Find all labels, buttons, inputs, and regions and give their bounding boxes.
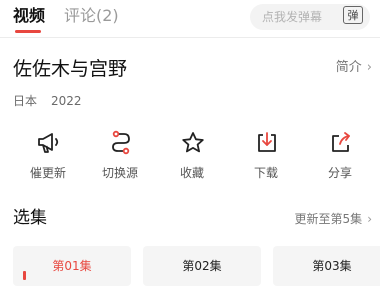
download-button[interactable]: 下载 — [230, 130, 302, 186]
tab-video[interactable]: 视频 — [13, 5, 45, 27]
show-meta: 日本 2022 — [13, 93, 82, 109]
episode-list: 第01集 第02集 第03集 — [0, 246, 380, 286]
episodes-section-title: 选集 — [13, 208, 47, 228]
update-info-label: 更新至第5集 — [294, 212, 363, 226]
show-year: 2022 — [51, 94, 82, 108]
megaphone-icon — [38, 133, 59, 153]
active-tab-indicator — [15, 30, 41, 33]
intro-label: 简介 — [335, 60, 362, 75]
now-playing-icon — [23, 271, 26, 280]
show-region: 日本 — [13, 94, 38, 108]
intro-link[interactable]: 简介 › — [336, 60, 372, 76]
show-title: 佐佐木与宫野 — [13, 58, 128, 80]
episode-label: 第03集 — [312, 259, 352, 273]
tab-comments[interactable]: 评论(2) — [64, 5, 119, 27]
favorite-button[interactable]: 收藏 — [156, 130, 228, 186]
download-icon — [258, 132, 276, 152]
share-button[interactable]: 分享 — [304, 130, 376, 186]
danmaku-toggle-button[interactable]: 弹 — [343, 6, 363, 24]
share-icon — [332, 132, 350, 152]
episode-chip-1[interactable]: 第01集 — [13, 246, 131, 286]
favorite-label: 收藏 — [179, 166, 204, 180]
episode-label: 第01集 — [52, 259, 92, 273]
top-tab-bar: 视频 评论(2) 点我发弹幕 弹 — [0, 0, 380, 38]
episode-chip-3[interactable]: 第03集 — [273, 246, 380, 286]
chevron-right-icon: › — [367, 212, 372, 226]
download-label: 下载 — [253, 166, 278, 180]
switch-source-button[interactable]: 切换源 — [84, 130, 156, 186]
danmaku-bar: 点我发弹幕 弹 — [250, 4, 370, 30]
request-update-button[interactable]: 催更新 — [12, 130, 84, 186]
chevron-right-icon: › — [366, 60, 372, 75]
update-info-link[interactable]: 更新至第5集 › — [295, 211, 372, 227]
action-row: 催更新 切换源 收藏 下载 分享 — [0, 130, 380, 186]
share-label: 分享 — [327, 166, 352, 180]
episode-chip-2[interactable]: 第02集 — [143, 246, 261, 286]
star-icon — [182, 132, 204, 153]
episode-label: 第02集 — [182, 259, 222, 273]
switch-source-icon — [112, 130, 130, 155]
switch-source-label: 切换源 — [101, 166, 138, 180]
danmaku-input[interactable]: 点我发弹幕 — [262, 9, 322, 25]
request-update-label: 催更新 — [29, 166, 66, 180]
